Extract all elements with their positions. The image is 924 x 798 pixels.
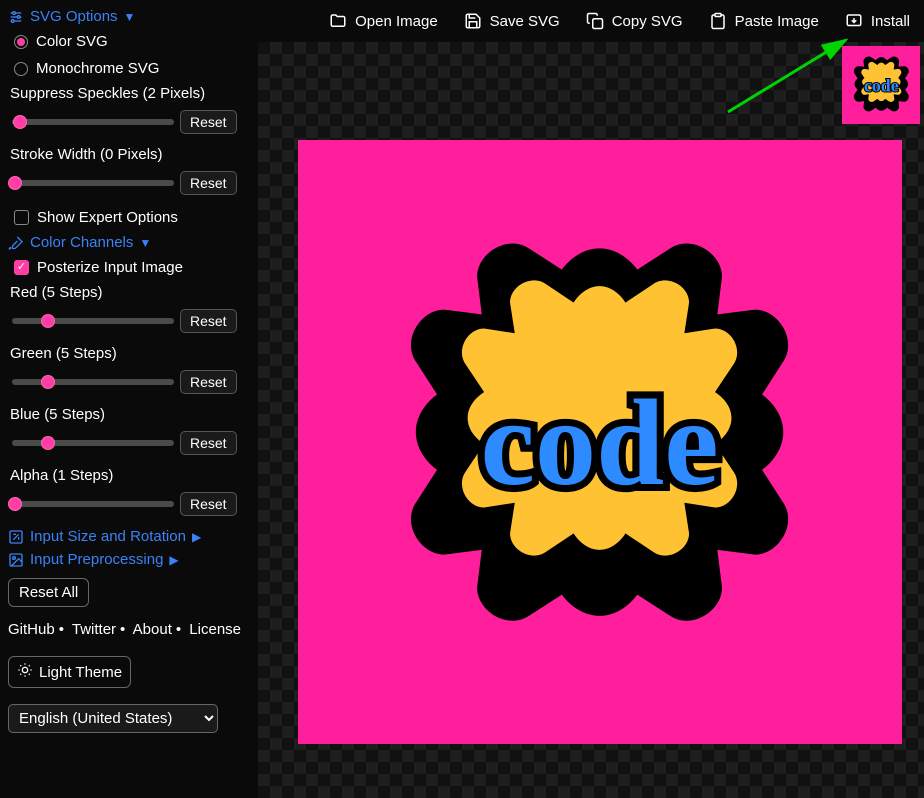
radio-label: Color SVG [36,33,108,50]
light-theme-label: Light Theme [39,664,122,681]
slider-thumb[interactable] [8,497,22,511]
language-select[interactable]: English (United States) [8,704,218,733]
svg-text:code: code [481,376,719,511]
checkbox-icon [14,210,29,225]
red-reset-button[interactable]: Reset [180,309,237,333]
alpha-slider-row: Reset [8,490,250,522]
copy-icon [586,12,604,30]
copy-svg-button[interactable]: Copy SVG [586,12,683,30]
slider-thumb[interactable] [13,115,27,129]
save-svg-button[interactable]: Save SVG [464,12,560,30]
folder-icon [329,12,347,30]
color-channels-label: Color Channels [30,234,133,251]
save-icon [464,12,482,30]
checkbox-icon [14,260,29,275]
red-slider[interactable] [12,318,174,324]
input-preprocessing-label: Input Preprocessing [30,551,163,568]
license-link[interactable]: License [189,621,241,638]
radio-icon [14,35,28,49]
blue-label: Blue (5 Steps) [8,406,250,423]
button-label: Copy SVG [612,13,683,30]
resize-icon [8,529,24,545]
input-size-header[interactable]: Input Size and Rotation ▶ [8,528,250,545]
speckles-reset-button[interactable]: Reset [180,110,237,134]
radio-monochrome-svg[interactable]: Monochrome SVG [8,58,250,79]
speckles-slider-row: Reset [8,108,250,140]
checkbox-label: Show Expert Options [37,209,178,226]
slider-thumb[interactable] [41,436,55,450]
slider-thumb[interactable] [41,314,55,328]
radio-icon [14,62,28,76]
brush-icon [8,235,24,251]
checkbox-label: Posterize Input Image [37,259,183,276]
alpha-reset-button[interactable]: Reset [180,492,237,516]
green-slider[interactable] [12,379,174,385]
blue-reset-button[interactable]: Reset [180,431,237,455]
light-theme-button[interactable]: Light Theme [8,656,131,688]
button-label: Install [871,13,910,30]
image-icon [8,552,24,568]
stroke-slider[interactable] [12,180,174,186]
paste-image-button[interactable]: Paste Image [709,12,819,30]
green-label: Green (5 Steps) [8,345,250,362]
chevron-right-icon: ▶ [169,553,178,567]
stroke-reset-button[interactable]: Reset [180,171,237,195]
alpha-slider[interactable] [12,501,174,507]
reset-all-button[interactable]: Reset All [8,578,89,607]
chevron-down-icon: ▼ [139,236,151,250]
preview-thumbnail[interactable]: code [842,46,920,124]
install-icon [845,12,863,30]
green-reset-button[interactable]: Reset [180,370,237,394]
speckles-slider[interactable] [12,119,174,125]
sun-icon [17,662,33,682]
footer-links: GitHub• Twitter• About• License [8,613,250,642]
topbar: Open Image Save SVG Copy SVG Paste Image… [258,0,924,42]
input-size-label: Input Size and Rotation [30,528,186,545]
sidebar: SVG Options ▼ Color SVG Monochrome SVG S… [0,0,258,798]
svg-options-header[interactable]: SVG Options ▼ [8,8,250,25]
expert-options-checkbox[interactable]: Show Expert Options [8,207,250,228]
clipboard-icon [709,12,727,30]
install-button[interactable]: Install [845,12,910,30]
stroke-label: Stroke Width (0 Pixels) [8,146,250,163]
slider-thumb[interactable] [8,176,22,190]
slider-thumb[interactable] [41,375,55,389]
button-label: Open Image [355,13,438,30]
chevron-right-icon: ▶ [192,530,201,544]
red-slider-row: Reset [8,307,250,339]
stroke-slider-row: Reset [8,169,250,201]
color-channels-header[interactable]: Color Channels ▼ [8,234,250,251]
blue-slider-row: Reset [8,429,250,461]
code-logo-icon: code [847,51,916,120]
radio-color-svg[interactable]: Color SVG [8,31,250,52]
code-logo-icon: code [364,206,835,677]
input-preprocessing-header[interactable]: Input Preprocessing ▶ [8,551,250,568]
svg-text:code: code [864,75,899,95]
chevron-down-icon: ▼ [124,10,136,24]
button-label: Paste Image [735,13,819,30]
open-image-button[interactable]: Open Image [329,12,438,30]
github-link[interactable]: GitHub [8,621,55,638]
red-label: Red (5 Steps) [8,284,250,301]
blue-slider[interactable] [12,440,174,446]
about-link[interactable]: About [133,621,172,638]
canvas-area: code code [258,42,924,798]
speckles-label: Suppress Speckles (2 Pixels) [8,85,250,102]
svg-options-label: SVG Options [30,8,118,25]
main-area: Open Image Save SVG Copy SVG Paste Image… [258,0,924,798]
radio-label: Monochrome SVG [36,60,159,77]
twitter-link[interactable]: Twitter [72,621,116,638]
posterize-checkbox[interactable]: Posterize Input Image [8,257,250,278]
button-label: Save SVG [490,13,560,30]
green-slider-row: Reset [8,368,250,400]
alpha-label: Alpha (1 Steps) [8,467,250,484]
sliders-icon [8,9,24,25]
artboard[interactable]: code [298,140,902,744]
